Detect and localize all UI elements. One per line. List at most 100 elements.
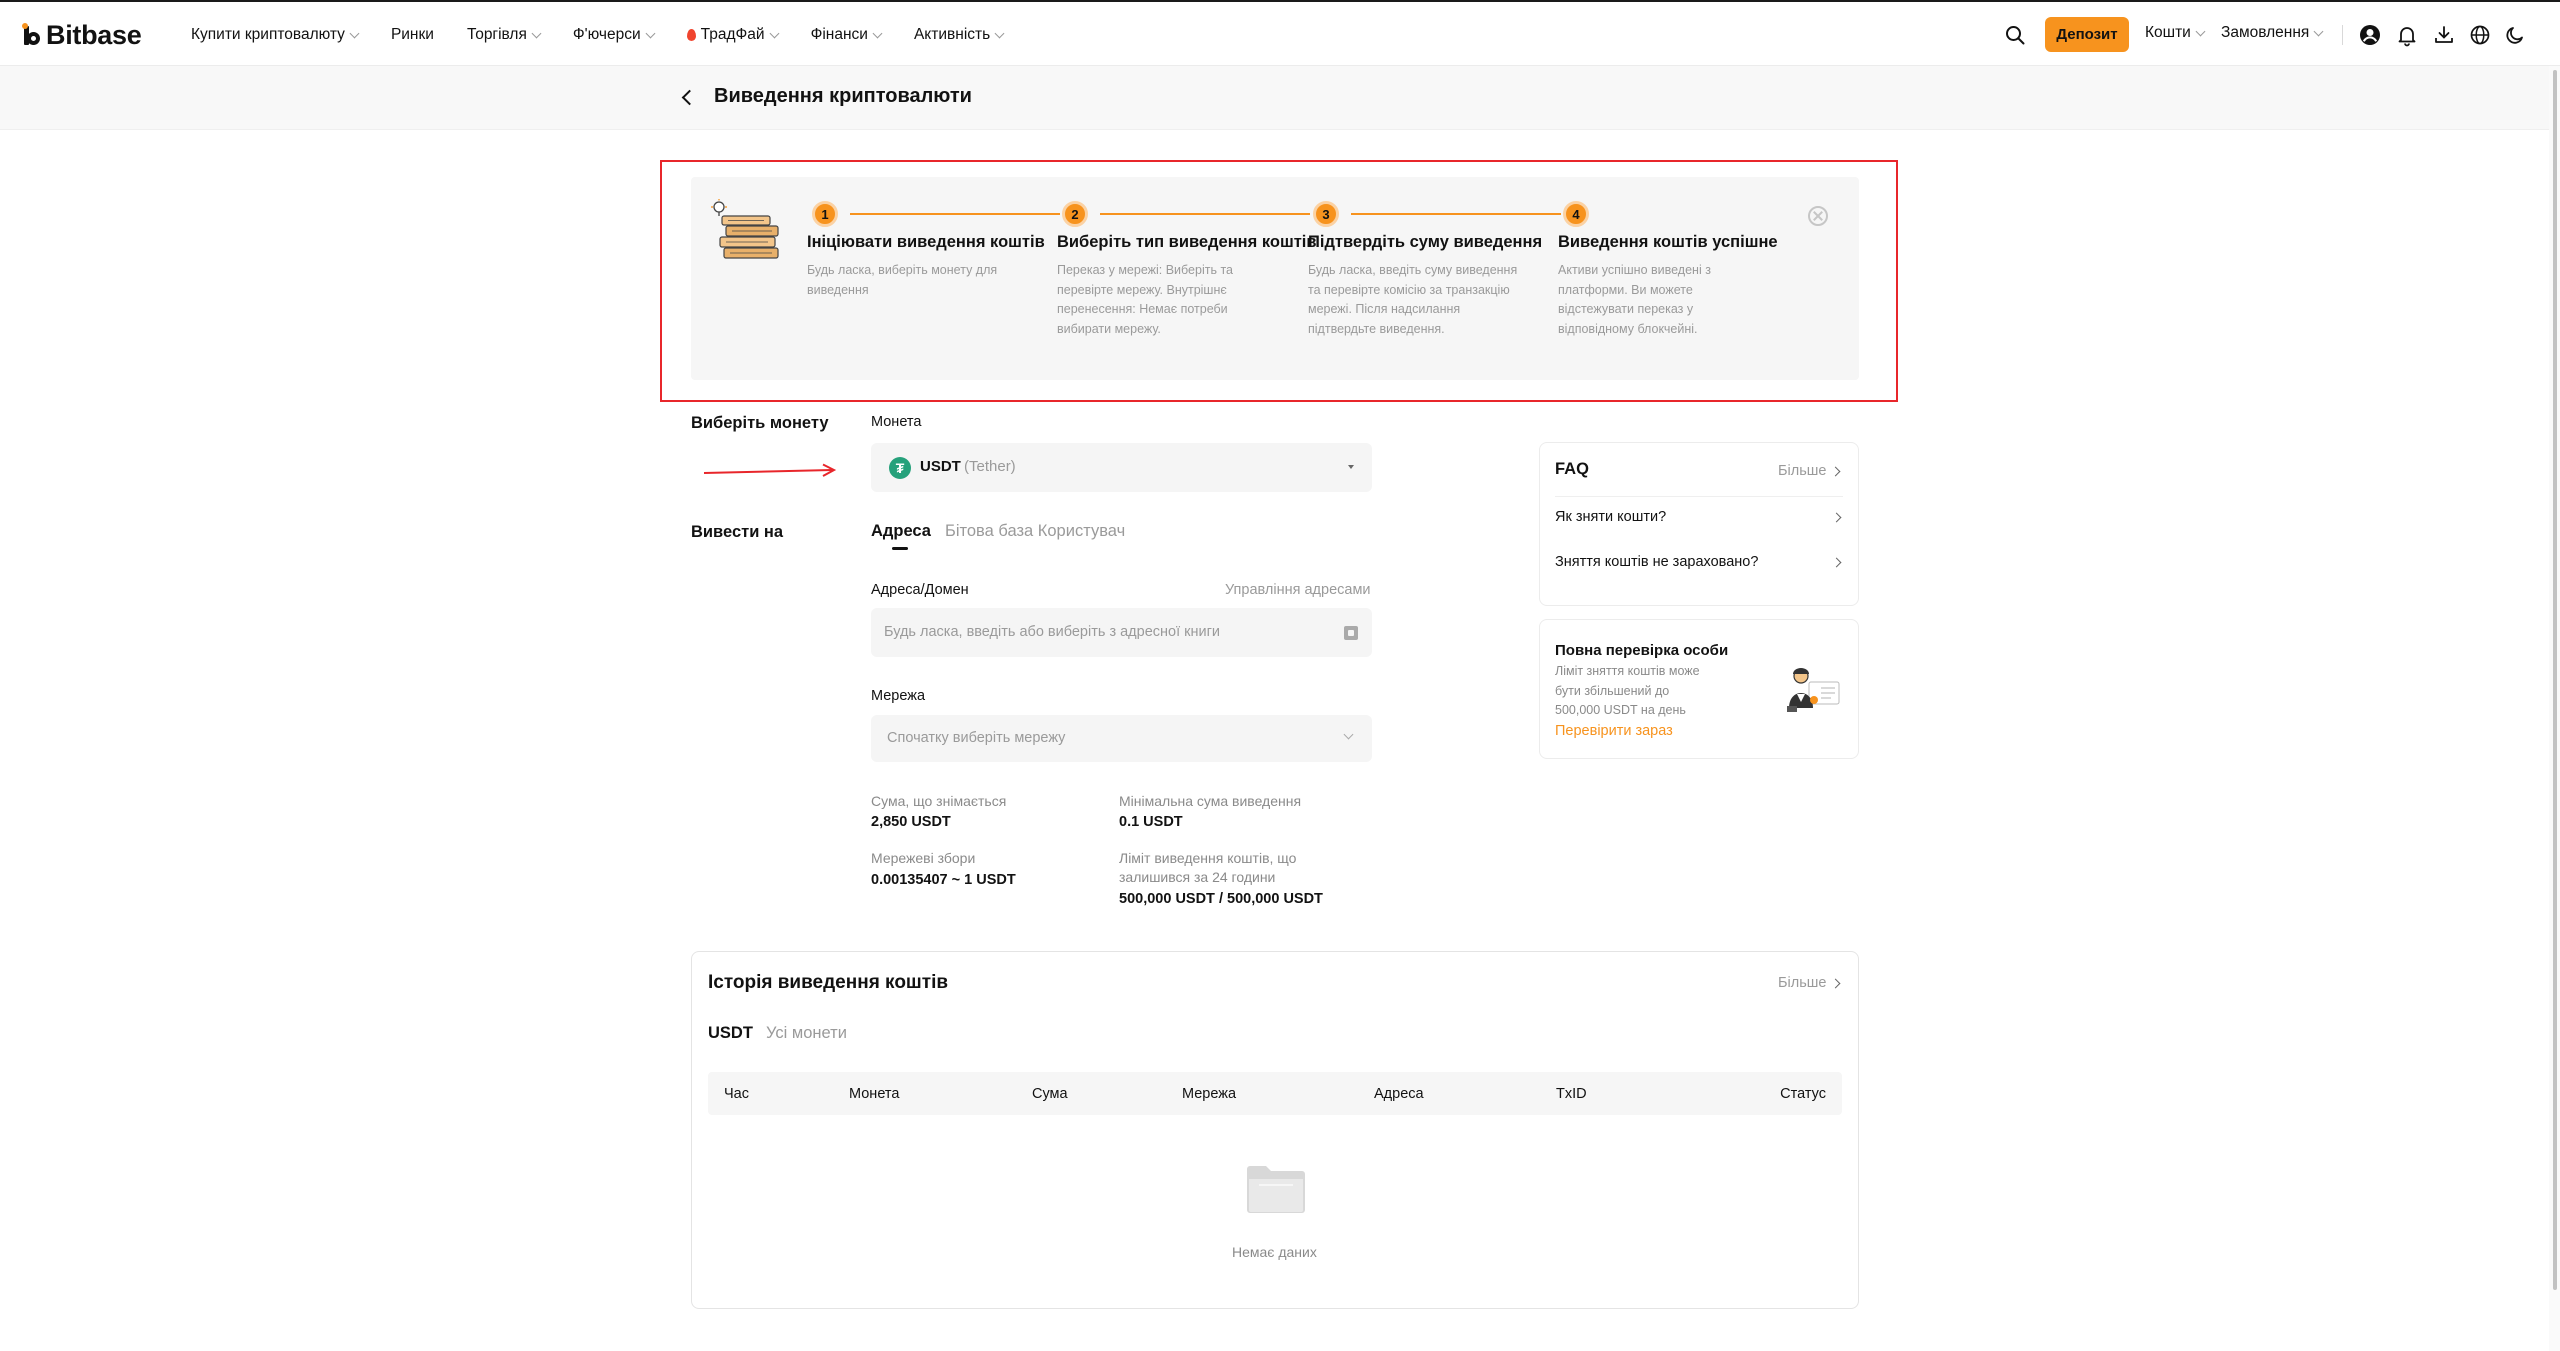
withdrawable-label: Сума, що знімається: [871, 793, 1007, 809]
coin-field-label: Монета: [871, 414, 922, 430]
col-txid: TxID: [1556, 1086, 1587, 1102]
bell-icon[interactable]: [2395, 23, 2419, 47]
network-placeholder: Спочатку виберіть мережу: [887, 730, 1066, 746]
col-status: Статус: [1780, 1086, 1826, 1102]
tab-address[interactable]: Адреса: [871, 522, 931, 541]
history-table-header: Час Монета Сума Мережа Адреса TxID Стату…: [708, 1072, 1842, 1115]
faq-more-label: Більше: [1778, 463, 1827, 479]
download-icon[interactable]: [2432, 23, 2456, 47]
moon-icon[interactable]: [2503, 23, 2527, 47]
kyc-card: Повна перевірка особи Ліміт зняття кошті…: [1539, 619, 1859, 759]
faq-card: FAQ Більше Як зняти кошти? Зняття коштів…: [1539, 442, 1859, 606]
books-lightbulb-icon: [711, 199, 779, 259]
bitbase-logo[interactable]: Bitbase: [22, 19, 142, 50]
step-4-description: Активи успішно виведені з платформи. Ви …: [1558, 263, 1711, 336]
col-time: Час: [724, 1086, 749, 1102]
select-coin-heading: Виберіть монету: [691, 414, 829, 432]
network-select[interactable]: Спочатку виберіть мережу: [871, 715, 1372, 762]
chevron-down-icon: [994, 28, 1005, 38]
nav-futures-label: Ф'ючерси: [572, 26, 641, 43]
search-icon[interactable]: [2003, 23, 2027, 47]
address-input[interactable]: Будь ласка, введіть або виберіть з адрес…: [871, 608, 1372, 657]
faq-more-link[interactable]: Більше: [1778, 463, 1841, 479]
orders-menu[interactable]: Замовлення: [2221, 24, 2324, 42]
page-title: Виведення криптовалюти: [714, 85, 972, 107]
chevron-down-icon: [531, 28, 542, 38]
nav-markets-label: Ринки: [390, 26, 434, 43]
user-icon[interactable]: [2358, 23, 2382, 47]
step-4-title: Виведення коштів успішне: [1558, 233, 1778, 251]
step-2-badge: 2: [1062, 201, 1088, 227]
nav-tradfi[interactable]: ТрадФай: [686, 26, 780, 44]
history-tab-usdt[interactable]: USDT: [708, 1024, 753, 1043]
chevron-down-icon: [872, 28, 883, 38]
remaining-limit-value: 500,000 USDT / 500,000 USDT: [1119, 891, 1323, 907]
flame-icon: [686, 29, 696, 41]
step-1-title: Ініціювати виведення коштів: [807, 233, 1045, 251]
withdraw-to-heading: Вивести на: [691, 523, 784, 541]
faq-item-label: Як зняти кошти?: [1555, 509, 1667, 525]
kyc-description: Ліміт зняття коштів може бути збільшений…: [1555, 664, 1700, 717]
tab-bitbase-user[interactable]: Бітова база Користувач: [945, 522, 1125, 541]
page-header: Виведення криптовалюти: [0, 66, 2549, 130]
network-fee-label: Мережеві збори: [871, 850, 976, 866]
step-3-badge: 3: [1313, 201, 1339, 227]
history-tab-all-coins[interactable]: Усі монети: [766, 1024, 847, 1043]
col-network: Мережа: [1182, 1086, 1237, 1102]
nav-activity[interactable]: Активність: [913, 26, 1005, 44]
col-amount: Сума: [1032, 1086, 1068, 1102]
caret-down-icon: [1348, 465, 1354, 469]
logo-text: Bitbase: [46, 19, 142, 50]
coin-select[interactable]: ₮ USDT (Tether): [871, 443, 1372, 492]
step-3-title: Підтвердіть суму виведення: [1308, 233, 1543, 251]
step-2-description: Переказ у мережі: Виберіть та перевірте …: [1057, 263, 1233, 336]
faq-item[interactable]: Зняття коштів не зараховано?: [1555, 554, 1842, 570]
deposit-button[interactable]: Депозит: [2045, 17, 2129, 52]
tether-icon: ₮: [889, 457, 911, 479]
identity-verification-icon: [1787, 668, 1840, 712]
close-banner-icon[interactable]: [1808, 206, 1828, 226]
nav-finance[interactable]: Фінанси: [811, 26, 883, 44]
funds-menu-label: Кошти: [2145, 24, 2191, 41]
empty-folder-icon: [1247, 1166, 1305, 1213]
step-1-description: Будь ласка, виберіть монету для виведенн…: [807, 263, 998, 297]
nav-trade[interactable]: Торгівля: [467, 26, 542, 44]
nav-futures[interactable]: Ф'ючерси: [572, 26, 656, 44]
history-title: Історія виведення коштів: [708, 972, 949, 993]
nav-divider: [2342, 25, 2343, 45]
nav-buy-crypto-label: Купити криптовалюту: [191, 26, 345, 43]
empty-state-text: Немає даних: [1232, 1244, 1317, 1260]
address-book-icon[interactable]: [1344, 626, 1358, 640]
funds-menu[interactable]: Кошти: [2145, 24, 2206, 42]
nav-buy-crypto[interactable]: Купити криптовалюту: [191, 26, 360, 44]
verify-now-link[interactable]: Перевірити зараз: [1555, 723, 1673, 739]
top-navigation: Bitbase Купити криптовалюту Ринки Торгів…: [0, 0, 2560, 66]
col-coin: Монета: [849, 1086, 900, 1102]
main-menu: Купити криптовалюту Ринки Торгівля Ф'юче…: [191, 24, 1036, 46]
address-placeholder: Будь ласка, введіть або виберіть з адрес…: [884, 624, 1220, 640]
step-connector: [850, 213, 1060, 215]
kyc-title: Повна перевірка особи: [1555, 642, 1729, 659]
manage-addresses-link[interactable]: Управління адресами: [1225, 582, 1371, 598]
step-2-title: Виберіть тип виведення коштів: [1057, 233, 1317, 251]
divider: [1555, 496, 1843, 497]
network-fee-value: 0.00135407 ~ 1 USDT: [871, 872, 1016, 888]
col-address: Адреса: [1374, 1086, 1424, 1102]
chevron-right-icon: [1831, 557, 1842, 567]
chevron-down-icon: [2313, 26, 2324, 36]
min-withdraw-value: 0.1 USDT: [1119, 814, 1183, 830]
history-more-link[interactable]: Більше: [1778, 975, 1841, 991]
annotation-arrow-icon: [703, 463, 837, 477]
chevron-down-icon: [769, 28, 780, 38]
scrollbar-thumb[interactable]: [2553, 70, 2557, 1290]
chevron-down-icon: [2195, 26, 2206, 36]
nav-activity-label: Активність: [913, 26, 991, 43]
step-4-badge: 4: [1563, 201, 1589, 227]
globe-icon[interactable]: [2468, 23, 2492, 47]
nav-markets[interactable]: Ринки: [391, 26, 434, 44]
chevron-down-icon: [645, 28, 656, 38]
faq-item[interactable]: Як зняти кошти?: [1555, 509, 1842, 525]
back-arrow-icon[interactable]: [681, 89, 698, 106]
logo-mark-icon: [22, 23, 42, 47]
withdrawable-value: 2,850 USDT: [871, 814, 951, 830]
